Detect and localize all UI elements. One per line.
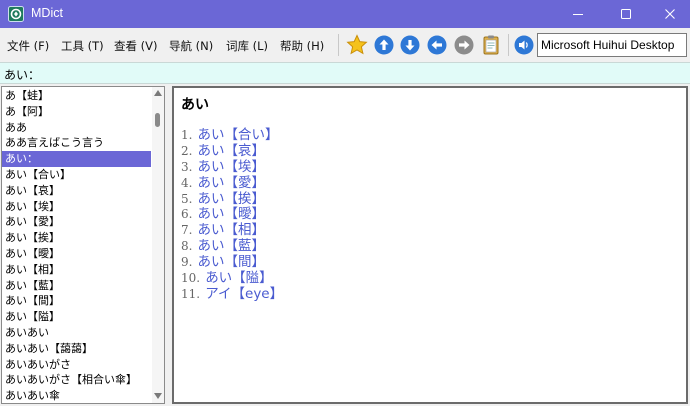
maximize-button[interactable] xyxy=(604,0,648,28)
search-input[interactable]: あい： xyxy=(4,66,40,83)
definition-entry: 11. アイ【eye】 xyxy=(181,285,283,302)
word-list-item[interactable]: あい【挨】 xyxy=(2,230,151,246)
close-icon xyxy=(665,9,675,19)
toolbar-separator-2 xyxy=(508,34,509,56)
word-list-item[interactable]: あい【曖】 xyxy=(2,246,151,262)
entry-number: 8. xyxy=(181,239,193,254)
forward-arrow-icon[interactable] xyxy=(453,34,475,56)
clipboard-icon[interactable] xyxy=(480,34,502,56)
word-list-item[interactable]: あ【阿】 xyxy=(2,104,151,120)
word-list-item[interactable]: あい【間】 xyxy=(2,293,151,309)
entry-number: 9. xyxy=(181,255,193,270)
headword: あい xyxy=(181,97,209,113)
entry-link[interactable]: あい【愛】 xyxy=(198,175,266,191)
entry-link[interactable]: アイ【eye】 xyxy=(205,286,283,302)
entry-number: 4. xyxy=(181,175,193,190)
entry-number: 10. xyxy=(181,271,201,286)
back-arrow-icon[interactable] xyxy=(426,34,448,56)
entry-link[interactable]: あい【合い】 xyxy=(198,127,279,143)
minimize-icon xyxy=(573,14,583,15)
entry-link[interactable]: あい【埃】 xyxy=(198,159,266,175)
menu-tools[interactable]: 工具 (T) xyxy=(61,38,104,54)
entry-number: 2. xyxy=(181,143,193,158)
toolbar-separator xyxy=(338,34,339,56)
entry-link[interactable]: あい【藍】 xyxy=(198,238,266,254)
entry-link[interactable]: あい【相】 xyxy=(198,222,266,238)
scroll-down-icon[interactable] xyxy=(154,393,162,399)
word-list-item[interactable]: ああ xyxy=(2,120,151,136)
word-list-item[interactable]: あい【哀】 xyxy=(2,183,151,199)
word-list: あ【蛙】 あ【阿】 ああ ああ言えばこう言う あい： あい【合い】 あい【哀】 あい【埃】 あい… xyxy=(2,88,151,403)
definition-panel: あい 1. あい【合い】 2. あい【哀】 3. あい【埃】 4. あい【愛】 5. あ… xyxy=(172,86,688,404)
entry-link[interactable]: あい【間】 xyxy=(198,254,266,270)
definition-entry: 10. あい【隘】 xyxy=(181,269,283,286)
menu-library[interactable]: 词库 (L) xyxy=(226,38,268,54)
voice-select[interactable]: Microsoft Huihui Desktop xyxy=(537,33,687,57)
entry-number: 5. xyxy=(181,191,193,206)
entry-link[interactable]: あい【隘】 xyxy=(205,270,273,286)
word-list-item-selected[interactable]: あい： xyxy=(2,151,151,167)
close-button[interactable] xyxy=(648,0,690,28)
word-list-item[interactable]: あい【愛】 xyxy=(2,214,151,230)
word-list-item[interactable]: あい【隘】 xyxy=(2,309,151,325)
menu-navigate[interactable]: 导航 (N) xyxy=(169,38,213,54)
window-title: MDict xyxy=(31,6,63,20)
up-arrow-icon[interactable] xyxy=(373,34,395,56)
menu-view[interactable]: 查看 (V) xyxy=(114,38,158,54)
definition-entry: 9. あい【間】 xyxy=(181,253,283,270)
entry-number: 11. xyxy=(181,286,201,301)
menu-help[interactable]: 帮助 (H) xyxy=(280,38,324,54)
word-list-item[interactable]: ああ言えばこう言う xyxy=(2,135,151,151)
entry-number: 3. xyxy=(181,159,193,174)
word-list-item[interactable]: あいあい【藹藹】 xyxy=(2,341,151,357)
word-list-item[interactable]: あい【埃】 xyxy=(2,199,151,215)
favorite-star-icon[interactable] xyxy=(346,34,368,56)
minimize-button[interactable] xyxy=(556,0,600,28)
word-list-item[interactable]: あい【合い】 xyxy=(2,167,151,183)
down-arrow-icon[interactable] xyxy=(399,34,421,56)
word-list-panel: あ【蛙】 あ【阿】 ああ ああ言えばこう言う あい： あい【合い】 あい【哀】 あい【埃】 あい… xyxy=(1,86,165,404)
maximize-icon xyxy=(621,9,631,19)
word-list-item[interactable]: あいあい傘 xyxy=(2,388,151,403)
entry-link[interactable]: あい【挨】 xyxy=(198,191,266,207)
speaker-icon[interactable] xyxy=(513,34,535,56)
entry-number: 6. xyxy=(181,207,193,222)
entry-number: 7. xyxy=(181,223,193,238)
search-bar: あい： xyxy=(0,62,690,84)
menu-file[interactable]: 文件 (F) xyxy=(7,38,49,54)
word-list-item[interactable]: あいあい xyxy=(2,325,151,341)
word-list-item[interactable]: あい【藍】 xyxy=(2,278,151,294)
title-bar: MDict xyxy=(0,0,690,28)
mdict-app-icon xyxy=(8,6,24,22)
word-list-item[interactable]: あいあいがさ xyxy=(2,357,151,373)
scroll-up-icon[interactable] xyxy=(154,90,162,96)
word-list-item[interactable]: あ【蛙】 xyxy=(2,88,151,104)
definition-entry-list: 1. あい【合い】 2. あい【哀】 3. あい【埃】 4. あい【愛】 5. あい【挨… xyxy=(181,126,283,302)
word-list-item[interactable]: あいあいがさ【相合い傘】 xyxy=(2,372,151,388)
scroll-thumb[interactable] xyxy=(155,113,160,127)
entry-number: 1. xyxy=(181,128,193,142)
word-list-scrollbar[interactable] xyxy=(152,87,164,403)
entry-link[interactable]: あい【曖】 xyxy=(198,206,266,223)
entry-link[interactable]: あい【哀】 xyxy=(198,143,266,159)
word-list-item[interactable]: あい【相】 xyxy=(2,262,151,278)
